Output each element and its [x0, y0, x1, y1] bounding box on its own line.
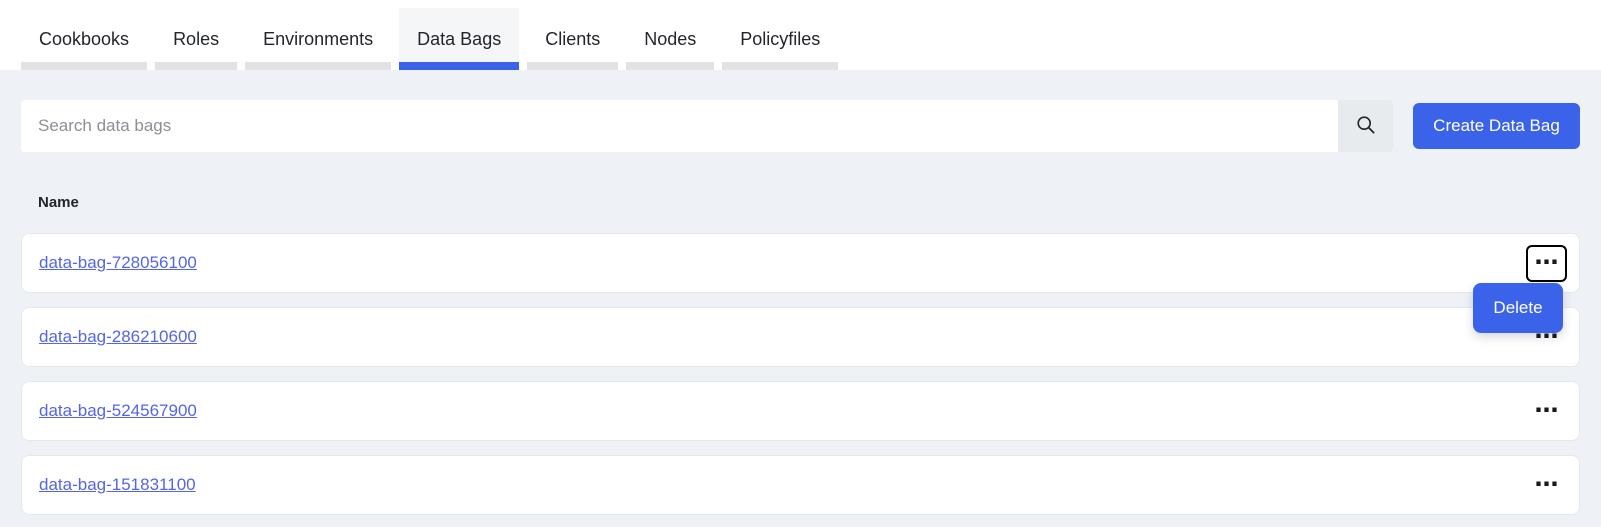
table-row: data-bag-286210600 ⋯ — [21, 307, 1580, 367]
row-menu-button[interactable]: ⋯ — [1526, 393, 1567, 430]
tab-data-bags[interactable]: Data Bags — [399, 0, 519, 70]
ellipsis-icon: ⋯ — [1535, 399, 1559, 423]
create-data-bag-button[interactable]: Create Data Bag — [1413, 103, 1580, 149]
tab-environments[interactable]: Environments — [245, 0, 391, 70]
tab-roles[interactable]: Roles — [155, 0, 237, 70]
delete-menu-item[interactable]: Delete — [1473, 283, 1563, 333]
tab-cookbooks[interactable]: Cookbooks — [21, 0, 147, 70]
row-menu-button[interactable]: ⋯ — [1526, 467, 1567, 504]
table-row: data-bag-151831100 ⋯ — [21, 455, 1580, 515]
data-bag-link[interactable]: data-bag-728056100 — [39, 253, 197, 273]
name-column-header: Name — [21, 194, 1580, 212]
row-menu-button[interactable]: ⋯ — [1526, 245, 1567, 282]
tab-nodes[interactable]: Nodes — [626, 0, 714, 70]
search-button[interactable] — [1338, 100, 1393, 152]
data-bag-list: data-bag-728056100 ⋯ Delete data-bag-286… — [21, 233, 1580, 515]
ellipsis-icon: ⋯ — [1535, 251, 1559, 275]
tab-policyfiles[interactable]: Policyfiles — [722, 0, 838, 70]
data-bags-page: Create Data Bag Name data-bag-728056100 … — [0, 100, 1601, 515]
search-row: Create Data Bag — [21, 100, 1580, 152]
data-bag-link[interactable]: data-bag-286210600 — [39, 327, 197, 347]
table-row: data-bag-524567900 ⋯ — [21, 381, 1580, 441]
search-group — [21, 100, 1393, 152]
search-input[interactable] — [21, 100, 1338, 152]
data-bag-link[interactable]: data-bag-151831100 — [39, 475, 196, 495]
table-row: data-bag-728056100 ⋯ Delete — [21, 233, 1580, 293]
tab-clients[interactable]: Clients — [527, 0, 618, 70]
data-bag-link[interactable]: data-bag-524567900 — [39, 401, 197, 421]
ellipsis-icon: ⋯ — [1535, 473, 1559, 497]
tab-bar: Cookbooks Roles Environments Data Bags C… — [0, 0, 1601, 70]
search-icon — [1356, 115, 1376, 138]
